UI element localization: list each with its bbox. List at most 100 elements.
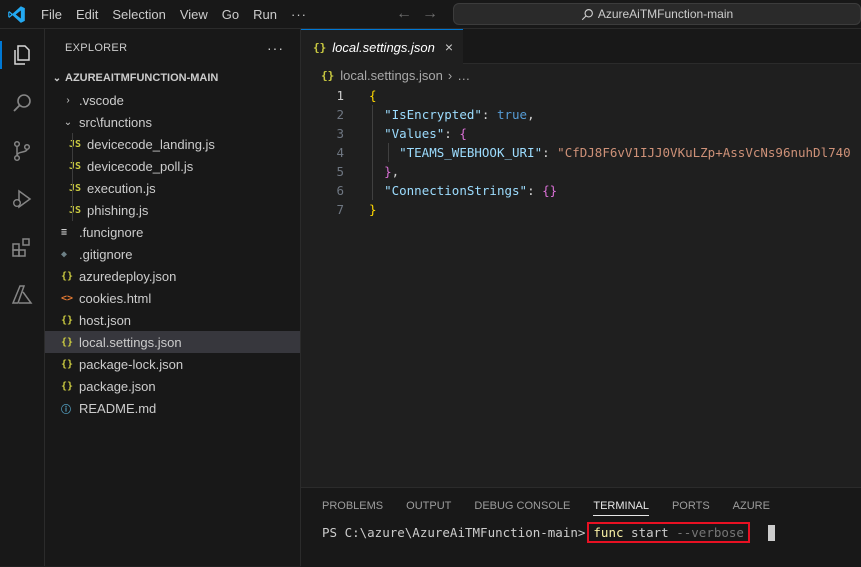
tab-label: local.settings.json	[332, 39, 435, 55]
explorer-sidebar: EXPLORER ··· ⌄ AZUREAITMFUNCTION-MAIN ›.…	[45, 29, 301, 566]
file-tree-item[interactable]: JS phishing.js	[45, 199, 300, 221]
menu-go[interactable]: Go	[215, 7, 246, 22]
back-arrow-icon[interactable]: ←	[396, 5, 412, 23]
line-number: 4	[336, 145, 344, 160]
menu-edit[interactable]: Edit	[69, 7, 105, 22]
json-key: "TEAMS_WEBHOOK_URI"	[399, 145, 543, 160]
json-key: "Values"	[384, 126, 445, 141]
line-number: 5	[336, 164, 344, 179]
file-tree-label: azuredeploy.json	[79, 268, 177, 284]
explorer-header: EXPLORER ···	[45, 29, 300, 67]
file-tree-item[interactable]: {} host.json	[45, 309, 300, 331]
file-tree-label: phishing.js	[87, 202, 149, 218]
tab-azure[interactable]: AZURE	[733, 488, 770, 521]
code-line-5: 5 },	[301, 162, 861, 181]
json-file-icon: {}	[61, 314, 74, 326]
menu-run[interactable]: Run	[246, 7, 284, 22]
chevron-right-icon: ›	[447, 67, 453, 83]
file-tree-label: package-lock.json	[79, 356, 184, 372]
search-box-text: AzureAiTMFunction-main	[597, 7, 734, 21]
file-tree-label: execution.js	[87, 180, 156, 196]
forward-arrow-icon[interactable]: →	[422, 5, 438, 23]
file-tree-label: src\functions	[79, 114, 152, 130]
file-tree-item[interactable]: <> cookies.html	[45, 287, 300, 309]
tab-problems[interactable]: PROBLEMS	[322, 488, 383, 521]
json-file-icon: {}	[61, 380, 74, 392]
file-tree-item[interactable]: JS devicecode_landing.js	[45, 133, 300, 155]
line-number: 7	[336, 202, 344, 217]
search-icon	[581, 8, 593, 20]
tab-ports[interactable]: PORTS	[672, 488, 710, 521]
breadcrumb-rest[interactable]: …	[457, 68, 470, 83]
chevron-right-icon: ›	[66, 94, 70, 106]
menu-file[interactable]: File	[34, 7, 69, 22]
file-tree-label: devicecode_poll.js	[87, 158, 194, 174]
file-tree-item[interactable]: JS devicecode_poll.js	[45, 155, 300, 177]
breadcrumb-file[interactable]: local.settings.json	[340, 68, 443, 83]
command-center-search[interactable]: AzureAiTMFunction-main	[453, 3, 861, 25]
file-tree-label: package.json	[79, 378, 156, 394]
extensions-icon[interactable]	[8, 233, 36, 261]
tab-debug-console[interactable]: DEBUG CONSOLE	[474, 488, 570, 521]
file-tree-label: .funcignore	[79, 224, 144, 240]
json-file-icon: {}	[61, 358, 74, 370]
activity-bar	[0, 29, 45, 566]
file-tree-label: local.settings.json	[79, 334, 182, 350]
command-func: func	[593, 525, 624, 540]
file-tree-label: cookies.html	[79, 290, 152, 306]
json-file-icon: {}	[61, 336, 74, 348]
file-tree-label: devicecode_landing.js	[87, 136, 215, 152]
file-tree-label: .gitignore	[79, 246, 133, 262]
line-number: 1	[336, 88, 344, 103]
file-tree-item[interactable]: JS execution.js	[45, 177, 300, 199]
panel-tabs: PROBLEMS OUTPUT DEBUG CONSOLE TERMINAL P…	[301, 488, 861, 521]
run-debug-icon[interactable]	[8, 185, 36, 213]
explorer-more-icon[interactable]: ···	[267, 40, 284, 56]
azure-icon[interactable]	[8, 281, 36, 309]
file-tree-item[interactable]: {} azuredeploy.json	[45, 265, 300, 287]
breadcrumb: {} local.settings.json › …	[301, 64, 861, 86]
code-line-1: 1 {	[301, 86, 861, 105]
indent-guide	[72, 133, 73, 155]
code-line-6: 6 "ConnectionStrings": {}	[301, 181, 861, 200]
git-file-icon: ◆	[61, 248, 68, 260]
code-line-7: 7 }	[301, 200, 861, 219]
file-tree-item[interactable]: ≡ .funcignore	[45, 221, 300, 243]
tab-local-settings[interactable]: {} local.settings.json ×	[301, 29, 464, 64]
bottom-panel: PROBLEMS OUTPUT DEBUG CONSOLE TERMINAL P…	[301, 487, 861, 567]
menu-view[interactable]: View	[173, 7, 215, 22]
tab-terminal[interactable]: TERMINAL	[593, 488, 649, 521]
workspace-root-label: AZUREAITMFUNCTION-MAIN	[65, 72, 219, 84]
command-flag: --verbose	[676, 525, 744, 540]
editor-tabs: {} local.settings.json ×	[301, 29, 861, 64]
menu-selection[interactable]: Selection	[105, 7, 172, 22]
menu-more[interactable]: ···	[284, 7, 314, 22]
file-tree-label: README.md	[79, 400, 157, 416]
line-number: 6	[336, 183, 344, 198]
json-file-icon: {}	[313, 40, 327, 54]
json-key: "ConnectionStrings"	[384, 183, 528, 198]
file-tree-item[interactable]: › .vscode	[45, 89, 300, 111]
json-file-icon: {}	[321, 68, 335, 82]
nav-arrows: ← →	[396, 5, 438, 23]
json-bool: true	[496, 107, 528, 122]
json-file-icon: {}	[61, 270, 74, 282]
file-tree-item[interactable]: ⌄ src\functions	[45, 111, 300, 133]
file-tree-label: host.json	[79, 312, 132, 328]
file-tree-item[interactable]: {} package-lock.json	[45, 353, 300, 375]
explorer-icon[interactable]	[0, 41, 36, 69]
file-tree-item[interactable]: ⓘ README.md	[45, 397, 300, 419]
line-number: 2	[336, 107, 344, 122]
code-editor[interactable]: 1 { 2 "IsEncrypted": true, 3 "Values": {…	[301, 86, 861, 219]
close-icon[interactable]: ×	[445, 39, 453, 55]
chevron-down-icon: ⌄	[52, 72, 62, 84]
file-tree-item[interactable]: {} package.json	[45, 375, 300, 397]
file-tree-item[interactable]: ◆ .gitignore	[45, 243, 300, 265]
info-file-icon: ⓘ	[61, 404, 71, 416]
search-icon[interactable]	[8, 89, 36, 117]
terminal[interactable]: PS C:\azure\AzureAiTMFunction-main> func…	[322, 522, 775, 543]
file-tree-item[interactable]: {} local.settings.json	[45, 331, 300, 353]
tab-output[interactable]: OUTPUT	[406, 488, 451, 521]
workspace-root-folder[interactable]: ⌄ AZUREAITMFUNCTION-MAIN	[45, 67, 300, 89]
source-control-icon[interactable]	[8, 137, 36, 165]
